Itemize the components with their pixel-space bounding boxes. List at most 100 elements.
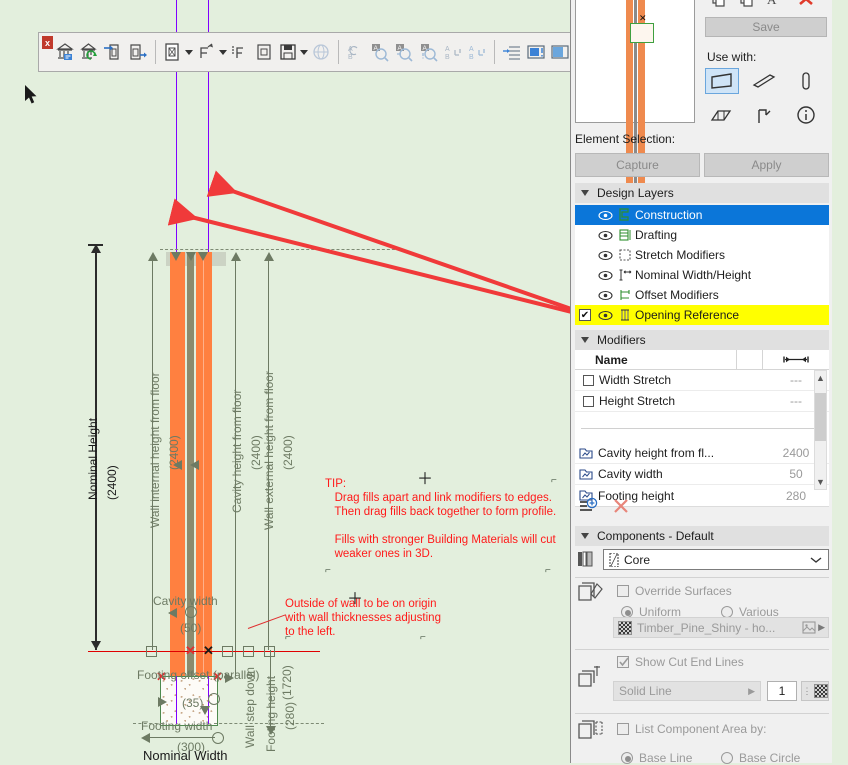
save-button[interactable]: Save <box>705 17 827 37</box>
scrollbar-thumb[interactable] <box>815 393 826 441</box>
object-list-icon[interactable] <box>228 39 250 65</box>
copy-parameters-icon[interactable] <box>711 0 729 7</box>
fill-handle-2[interactable] <box>186 252 196 261</box>
component-select[interactable]: Core <box>603 549 829 570</box>
layer-row-nominal-width-height[interactable]: Nominal Width/Height <box>575 265 829 285</box>
text-block-anchor-origin[interactable]: ＋ <box>347 592 363 608</box>
use-with-icons[interactable] <box>705 68 829 128</box>
cavity-width-handle[interactable] <box>185 606 197 618</box>
modifier-row-height-stretch[interactable]: Height Stretch --- <box>575 391 829 412</box>
fill-handle-3[interactable] <box>198 252 208 261</box>
close-panel-icon[interactable] <box>797 0 815 7</box>
base-hotspot-1[interactable] <box>146 646 157 657</box>
info-icon[interactable] <box>789 102 823 128</box>
override-surfaces-row[interactable]: Override Surfaces <box>617 584 732 598</box>
element-selection-buttons[interactable]: Capture Apply <box>575 153 829 177</box>
chevron-down-icon[interactable]: ▼ <box>815 475 826 489</box>
modifier-name[interactable]: Width Stretch <box>575 373 763 387</box>
design-layers-list[interactable]: Construction Drafting Stretch Modifiers <box>575 205 829 325</box>
column-icon[interactable] <box>789 68 823 94</box>
text-find-prev-icon[interactable]: A <box>393 39 415 65</box>
modifiers-scrollbar[interactable]: ▲ ▼ <box>814 370 827 490</box>
eye-icon[interactable] <box>595 210 615 221</box>
indent-icon[interactable] <box>501 39 523 65</box>
object-import-icon[interactable] <box>102 39 124 65</box>
modifiers-table[interactable]: Name Width Stretch --- Height Stretch --… <box>575 350 829 507</box>
line-type-field[interactable]: Solid Line ▶ <box>613 681 761 701</box>
object-detail-icon[interactable] <box>253 39 275 65</box>
capture-button[interactable]: Capture <box>575 153 700 177</box>
footing-width-handle[interactable] <box>212 732 224 744</box>
railing-icon[interactable] <box>747 102 781 128</box>
layer-row-opening-reference[interactable]: ✔ Opening Reference <box>575 305 829 325</box>
apply-button[interactable]: Apply <box>704 153 829 177</box>
modifier-row-cavity-height[interactable]: Cavity height from fl... 2400 <box>575 443 829 464</box>
object-settings-panel[interactable]: ✕ A" Save Use with: Element Selection: C… <box>570 0 832 763</box>
modifier-row-cavity-width[interactable]: Cavity width 50 <box>575 464 829 485</box>
object-subtype-dropdown-caret[interactable] <box>218 39 227 65</box>
eye-icon[interactable] <box>595 250 615 261</box>
add-modifier-icon[interactable] <box>579 497 599 518</box>
delete-modifier-icon[interactable] <box>613 498 629 517</box>
modifier-name[interactable]: Cavity width <box>575 467 763 481</box>
footing-handle-circle[interactable] <box>208 693 220 705</box>
object-preview[interactable]: ✕ <box>575 0 695 123</box>
library-reload-icon[interactable] <box>78 39 100 65</box>
base-line-radio[interactable] <box>621 752 633 764</box>
chevron-up-icon[interactable]: ▲ <box>815 371 826 385</box>
new-object-dropdown-caret[interactable] <box>185 39 194 65</box>
new-object-icon[interactable] <box>161 39 183 65</box>
text-goto-alt-icon[interactable]: AB <box>466 39 488 65</box>
align-block-icon[interactable] <box>525 39 547 65</box>
show-cut-end-lines-row[interactable]: Show Cut End Lines <box>617 655 744 669</box>
text-goto-icon[interactable]: AB <box>442 39 464 65</box>
modifier-checkbox[interactable] <box>583 396 594 407</box>
base-circle-radio[interactable] <box>721 752 733 764</box>
modifier-buttons[interactable] <box>579 497 629 518</box>
modifier-row-width-stretch[interactable]: Width Stretch --- <box>575 370 829 391</box>
layer-checkbox[interactable] <box>579 289 591 301</box>
modifier-name[interactable]: Height Stretch <box>575 394 763 408</box>
save-dropdown-caret[interactable] <box>300 39 309 65</box>
material-browse-icon[interactable]: ▶ <box>802 621 825 634</box>
collapse-triangle-icon[interactable] <box>581 337 589 343</box>
object-subtype-icon[interactable] <box>195 39 217 65</box>
panel-top-icons[interactable]: A" <box>711 0 829 10</box>
base-hotspot-2[interactable] <box>222 646 233 657</box>
wall-internal-height-handle[interactable] <box>173 460 182 470</box>
pen-color-swatch[interactable]: ⋮ <box>801 681 829 701</box>
layer-checkbox[interactable] <box>579 229 591 241</box>
object-export-icon[interactable] <box>126 39 148 65</box>
object-editor-toolbar[interactable]: x AB A A A AB <box>38 32 573 72</box>
modifiers-header[interactable]: Modifiers <box>575 330 829 350</box>
text-block-anchor-tip[interactable]: ＋ <box>417 472 433 488</box>
show-cut-end-lines-checkbox[interactable] <box>617 656 629 668</box>
paste-parameters-icon[interactable] <box>739 0 757 7</box>
eye-icon[interactable] <box>595 290 615 301</box>
list-component-area-row[interactable]: List Component Area by: <box>617 722 766 736</box>
eye-icon[interactable] <box>595 230 615 241</box>
close-toolbar-button[interactable]: x <box>42 36 53 49</box>
beam-icon[interactable] <box>705 102 739 128</box>
library-manager-icon[interactable] <box>54 39 76 65</box>
wall-icon[interactable] <box>705 68 739 94</box>
collapse-triangle-icon[interactable] <box>581 190 589 196</box>
text-find-warning-icon[interactable]: A <box>417 39 439 65</box>
text-replace-icon[interactable]: AB <box>345 39 367 65</box>
fill-handle-1[interactable] <box>171 252 181 261</box>
line-type-arrow-icon[interactable]: ▶ <box>748 686 755 697</box>
text-find-icon[interactable]: A <box>369 39 391 65</box>
modifier-name[interactable]: Cavity height from fl... <box>575 446 763 460</box>
align-block-alt-icon[interactable] <box>549 39 571 65</box>
override-surfaces-checkbox[interactable] <box>617 585 629 597</box>
layer-checkbox[interactable] <box>579 249 591 261</box>
wall-internal-height-handle-2[interactable] <box>190 460 199 470</box>
layer-checkbox[interactable] <box>579 209 591 221</box>
list-component-area-checkbox[interactable] <box>617 723 629 735</box>
design-layers-header[interactable]: Design Layers <box>575 183 829 203</box>
wall-step-down-handle[interactable] <box>225 673 234 683</box>
save-object-icon[interactable] <box>277 39 299 65</box>
pen-number-field[interactable]: 1 <box>767 681 797 701</box>
web-object-icon[interactable] <box>310 39 332 65</box>
modifier-value[interactable]: 280 <box>763 489 829 503</box>
